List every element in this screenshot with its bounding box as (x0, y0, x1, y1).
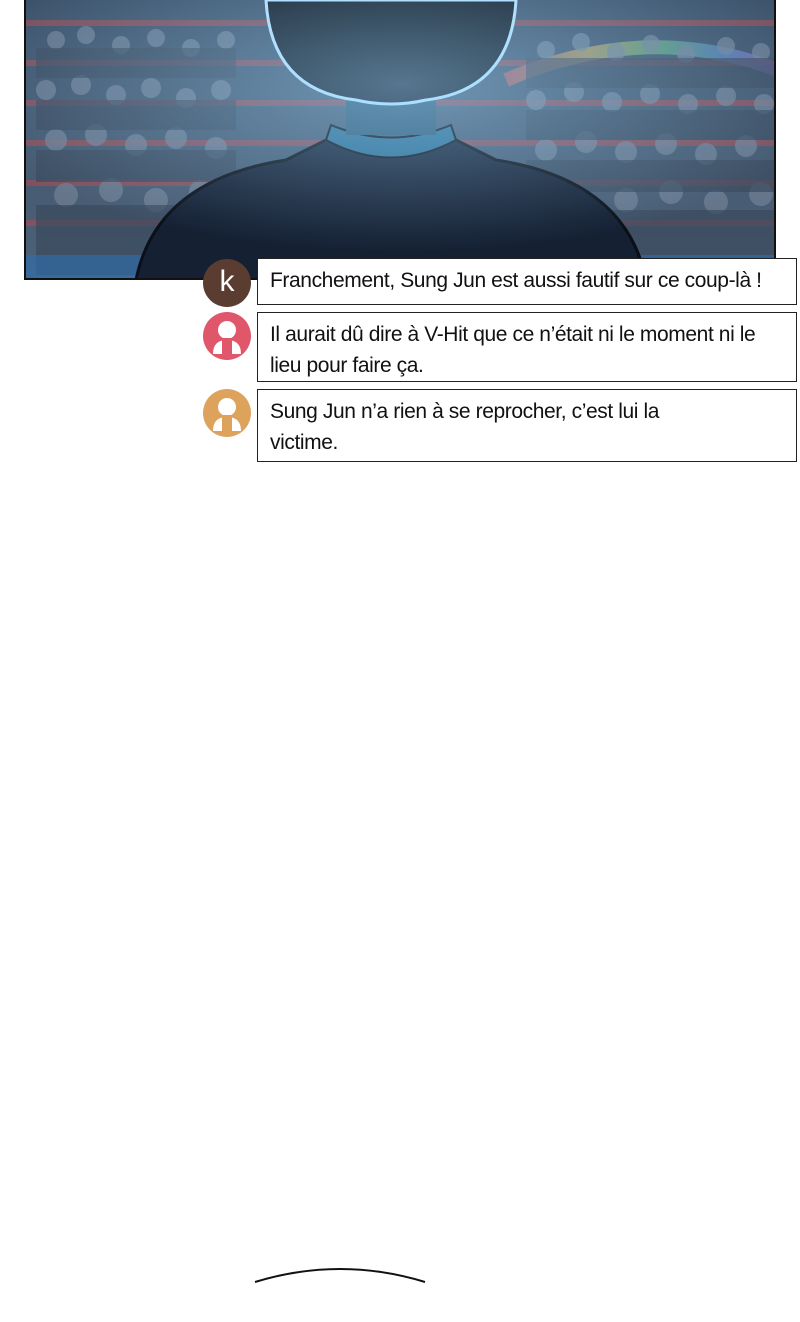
next-panel-arc (254, 1268, 426, 1283)
comment-text: Sung Jun n’a rien à se reprocher, c’est … (270, 400, 659, 454)
comment-bubble: Il aurait dû dire à V-Hit que ce n’était… (257, 312, 797, 382)
comic-panel-illustration (24, 0, 776, 280)
letter-avatar-icon: k (203, 259, 251, 307)
comment-bubble: Franchement, Sung Jun est aussi fautif s… (257, 258, 797, 305)
comment-bubble: Sung Jun n’a rien à se reprocher, c’est … (257, 389, 797, 462)
comment-text: Franchement, Sung Jun est aussi fautif s… (270, 269, 762, 292)
person-icon (203, 389, 251, 437)
person-icon (203, 312, 251, 360)
person-silhouette (26, 0, 774, 278)
avatar-letter: k (219, 264, 235, 298)
stadium-crowd-scene (26, 0, 774, 278)
comment-text: Il aurait dû dire à V-Hit que ce n’était… (270, 323, 756, 377)
